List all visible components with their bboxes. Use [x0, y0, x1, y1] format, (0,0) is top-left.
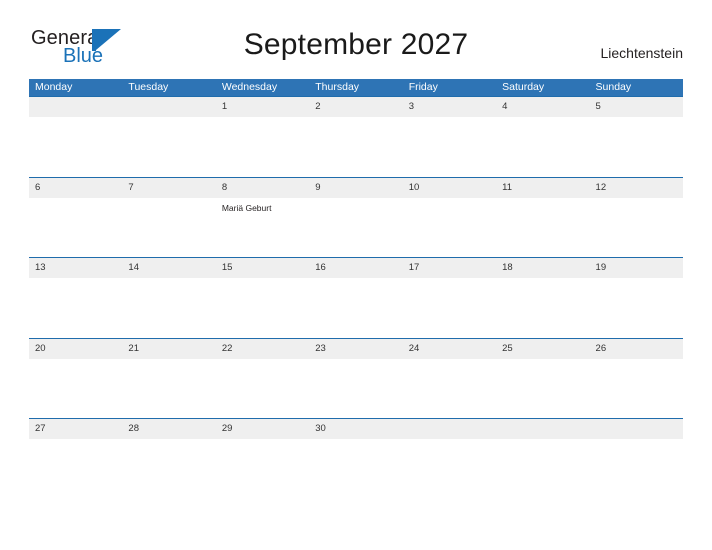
calendar-day-cell[interactable]: 20 — [29, 339, 122, 419]
day-number: 11 — [502, 181, 512, 193]
calendar-day-cell[interactable]: 23 — [309, 339, 402, 419]
day-number: 22 — [221, 342, 233, 354]
calendar-day-cell[interactable]: 21 — [122, 339, 215, 419]
calendar-day-cell[interactable]: 1 — [216, 97, 309, 177]
calendar-day-cell[interactable]: 26 — [590, 339, 683, 419]
calendar-day-cell[interactable]: 5 — [590, 97, 683, 177]
day-number: 14 — [128, 262, 139, 273]
calendar-day-cell[interactable]: 25 — [496, 339, 589, 419]
calendar-day-cell[interactable]: 4 — [496, 97, 589, 177]
day-number: 30 — [315, 423, 326, 434]
calendar-day-cell[interactable]: 24 — [403, 339, 496, 419]
calendar-week-row: 6 7 8 Mariä Geburt 9 10 11 12 — [29, 176, 683, 258]
holiday-event: Mariä Geburt — [221, 202, 272, 213]
day-number: 24 — [408, 342, 420, 354]
day-number: 21 — [128, 342, 139, 354]
weekday-header-monday: Monday — [35, 81, 73, 93]
day-number: 7 — [128, 181, 134, 193]
calendar-day-cell[interactable] — [122, 97, 215, 177]
day-number: 29 — [221, 423, 233, 434]
weekday-header-sunday: Sunday — [595, 81, 632, 93]
calendar-day-cell[interactable]: 19 — [590, 258, 683, 338]
weekday-header-saturday: Saturday — [502, 81, 545, 93]
calendar-day-cell[interactable]: 29 — [216, 419, 309, 499]
calendar-week-row: 13 14 15 16 17 18 19 — [29, 257, 683, 338]
calendar-day-cell[interactable]: 14 — [122, 258, 215, 338]
day-number: 1 — [221, 101, 228, 112]
calendar-day-cell[interactable]: 3 — [403, 97, 496, 177]
day-number: 16 — [315, 262, 326, 273]
day-number: 19 — [595, 262, 607, 273]
calendar-day-cell[interactable]: 8 Mariä Geburt — [216, 178, 309, 258]
day-number: 20 — [35, 342, 46, 354]
day-number: 4 — [502, 101, 508, 112]
calendar-day-cell[interactable]: 18 — [496, 258, 589, 338]
calendar-week-row: 20 21 22 23 24 25 26 — [29, 337, 683, 419]
calendar-week-row: 27 28 29 30 — [29, 418, 683, 499]
weekday-header-wednesday: Wednesday — [221, 81, 278, 93]
day-number: 15 — [221, 262, 233, 273]
day-number: 5 — [595, 101, 601, 112]
weekday-header-tuesday: Tuesday — [128, 81, 169, 93]
calendar-day-cell[interactable]: 16 — [309, 258, 402, 338]
calendar-day-cell[interactable]: 12 — [590, 178, 683, 258]
calendar-day-cell[interactable]: 22 — [216, 339, 309, 419]
calendar-page: General Blue September 2027 Liechtenstei… — [0, 0, 712, 550]
calendar-day-cell[interactable]: 9 — [309, 178, 402, 258]
calendar-day-cell[interactable]: 2 — [309, 97, 402, 177]
day-number: 25 — [502, 342, 513, 354]
calendar-grid: Monday Tuesday Wednesday Thursday Friday… — [29, 79, 683, 499]
day-events: Mariä Geburt — [222, 202, 304, 214]
calendar-day-cell[interactable] — [590, 419, 683, 499]
calendar-week-row: 1 2 3 4 5 — [29, 96, 683, 177]
weekday-header-friday: Friday — [408, 81, 438, 93]
calendar-day-cell[interactable] — [29, 97, 122, 177]
country-label: Liechtenstein — [600, 45, 683, 61]
day-number: 23 — [315, 342, 326, 354]
day-number: 8 — [221, 181, 228, 193]
day-number: 9 — [315, 181, 321, 193]
calendar-day-cell[interactable]: 7 — [122, 178, 215, 258]
calendar-day-cell[interactable]: 6 — [29, 178, 122, 258]
day-number: 18 — [502, 262, 513, 273]
day-number: 26 — [595, 342, 607, 354]
calendar-day-cell[interactable]: 11 — [496, 178, 589, 258]
calendar-day-cell[interactable]: 17 — [403, 258, 496, 338]
day-number: 12 — [595, 181, 607, 193]
calendar-day-cell[interactable]: 30 — [309, 419, 402, 499]
day-number: 13 — [35, 262, 46, 273]
calendar-day-cell[interactable] — [403, 419, 496, 499]
day-number: 27 — [35, 423, 46, 434]
day-number: 6 — [35, 181, 41, 193]
day-number: 3 — [408, 101, 414, 112]
calendar-day-cell[interactable]: 27 — [29, 419, 122, 499]
day-number: 10 — [408, 181, 420, 193]
calendar-day-cell[interactable] — [496, 419, 589, 499]
day-number: 2 — [315, 101, 321, 112]
day-number: 17 — [408, 262, 420, 273]
calendar-day-cell[interactable]: 10 — [403, 178, 496, 258]
day-number: 28 — [128, 423, 139, 434]
calendar-day-cell[interactable]: 28 — [122, 419, 215, 499]
weekday-header-thursday: Thursday — [315, 81, 360, 93]
calendar-day-cell[interactable]: 15 — [216, 258, 309, 338]
page-header: General Blue September 2027 Liechtenstei… — [0, 0, 712, 67]
calendar-day-cell[interactable]: 13 — [29, 258, 122, 338]
weekday-header-row: Monday Tuesday Wednesday Thursday Friday… — [29, 79, 683, 96]
